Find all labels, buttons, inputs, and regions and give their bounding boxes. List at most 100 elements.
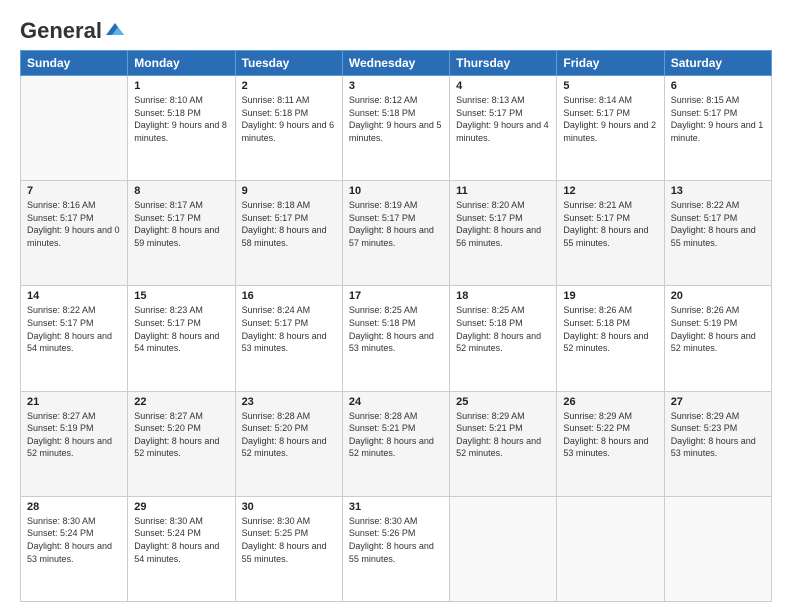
day-number: 16 — [242, 290, 336, 302]
day-number: 4 — [456, 80, 550, 92]
day-cell: 21 Sunrise: 8:27 AMSunset: 5:19 PMDayligh… — [21, 391, 128, 496]
day-info: Sunrise: 8:18 AMSunset: 5:17 PMDaylight:… — [242, 199, 336, 249]
weekday-header-friday: Friday — [557, 51, 664, 76]
day-cell: 12 Sunrise: 8:21 AMSunset: 5:17 PMDayligh… — [557, 181, 664, 286]
weekday-header-monday: Monday — [128, 51, 235, 76]
day-cell — [21, 76, 128, 181]
day-info: Sunrise: 8:25 AMSunset: 5:18 PMDaylight:… — [456, 304, 550, 354]
day-info: Sunrise: 8:19 AMSunset: 5:17 PMDaylight:… — [349, 199, 443, 249]
day-cell: 15 Sunrise: 8:23 AMSunset: 5:17 PMDayligh… — [128, 286, 235, 391]
day-number: 19 — [563, 290, 657, 302]
day-number: 18 — [456, 290, 550, 302]
day-cell: 14 Sunrise: 8:22 AMSunset: 5:17 PMDayligh… — [21, 286, 128, 391]
day-cell: 20Sunrise: 8:26 AMSunset: 5:19 PMDayligh… — [664, 286, 771, 391]
week-row-3: 21 Sunrise: 8:27 AMSunset: 5:19 PMDayligh… — [21, 391, 772, 496]
day-cell: 17 Sunrise: 8:25 AMSunset: 5:18 PMDayligh… — [342, 286, 449, 391]
day-number: 21 — [27, 396, 121, 408]
day-cell: 31 Sunrise: 8:30 AMSunset: 5:26 PMDayligh… — [342, 496, 449, 601]
day-info: Sunrise: 8:21 AMSunset: 5:17 PMDaylight:… — [563, 199, 657, 249]
day-number: 10 — [349, 185, 443, 197]
day-number: 15 — [134, 290, 228, 302]
day-cell: 4 Sunrise: 8:13 AMSunset: 5:17 PMDaylight… — [450, 76, 557, 181]
calendar-table: SundayMondayTuesdayWednesdayThursdayFrid… — [20, 50, 772, 602]
weekday-header-tuesday: Tuesday — [235, 51, 342, 76]
logo: General — [20, 18, 126, 40]
day-number: 28 — [27, 501, 121, 513]
day-info: Sunrise: 8:22 AMSunset: 5:17 PMDaylight:… — [671, 199, 765, 249]
day-number: 25 — [456, 396, 550, 408]
day-cell: 3 Sunrise: 8:12 AMSunset: 5:18 PMDaylight… — [342, 76, 449, 181]
weekday-header-row: SundayMondayTuesdayWednesdayThursdayFrid… — [21, 51, 772, 76]
day-cell: 7Sunrise: 8:16 AMSunset: 5:17 PMDaylight… — [21, 181, 128, 286]
day-info: Sunrise: 8:15 AMSunset: 5:17 PMDaylight:… — [671, 94, 765, 144]
day-number: 31 — [349, 501, 443, 513]
day-cell: 1 Sunrise: 8:10 AMSunset: 5:18 PMDaylight… — [128, 76, 235, 181]
day-cell: 6 Sunrise: 8:15 AMSunset: 5:17 PMDaylight… — [664, 76, 771, 181]
day-info: Sunrise: 8:13 AMSunset: 5:17 PMDaylight:… — [456, 94, 550, 144]
weekday-header-thursday: Thursday — [450, 51, 557, 76]
day-cell: 8 Sunrise: 8:17 AMSunset: 5:17 PMDaylight… — [128, 181, 235, 286]
day-info: Sunrise: 8:26 AMSunset: 5:19 PMDaylight:… — [671, 304, 765, 354]
day-cell: 2 Sunrise: 8:11 AMSunset: 5:18 PMDaylight… — [235, 76, 342, 181]
day-info: Sunrise: 8:16 AMSunset: 5:17 PMDaylight:… — [27, 199, 121, 249]
header: General — [20, 18, 772, 40]
day-number: 3 — [349, 80, 443, 92]
day-info: Sunrise: 8:27 AMSunset: 5:20 PMDaylight:… — [134, 410, 228, 460]
day-info: Sunrise: 8:25 AMSunset: 5:18 PMDaylight:… — [349, 304, 443, 354]
day-info: Sunrise: 8:24 AMSunset: 5:17 PMDaylight:… — [242, 304, 336, 354]
weekday-header-saturday: Saturday — [664, 51, 771, 76]
day-info: Sunrise: 8:26 AMSunset: 5:18 PMDaylight:… — [563, 304, 657, 354]
day-cell: 22Sunrise: 8:27 AMSunset: 5:20 PMDayligh… — [128, 391, 235, 496]
weekday-header-sunday: Sunday — [21, 51, 128, 76]
week-row-2: 14 Sunrise: 8:22 AMSunset: 5:17 PMDayligh… — [21, 286, 772, 391]
day-cell — [557, 496, 664, 601]
week-row-0: 1 Sunrise: 8:10 AMSunset: 5:18 PMDaylight… — [21, 76, 772, 181]
day-cell: 25 Sunrise: 8:29 AMSunset: 5:21 PMDayligh… — [450, 391, 557, 496]
day-number: 5 — [563, 80, 657, 92]
day-info: Sunrise: 8:29 AMSunset: 5:22 PMDaylight:… — [563, 410, 657, 460]
day-cell: 5 Sunrise: 8:14 AMSunset: 5:17 PMDaylight… — [557, 76, 664, 181]
day-cell — [664, 496, 771, 601]
day-info: Sunrise: 8:12 AMSunset: 5:18 PMDaylight:… — [349, 94, 443, 144]
day-number: 17 — [349, 290, 443, 302]
day-number: 1 — [134, 80, 228, 92]
day-info: Sunrise: 8:30 AMSunset: 5:24 PMDaylight:… — [27, 515, 121, 565]
day-number: 2 — [242, 80, 336, 92]
day-info: Sunrise: 8:22 AMSunset: 5:17 PMDaylight:… — [27, 304, 121, 354]
day-cell: 23Sunrise: 8:28 AMSunset: 5:20 PMDayligh… — [235, 391, 342, 496]
day-number: 9 — [242, 185, 336, 197]
day-info: Sunrise: 8:17 AMSunset: 5:17 PMDaylight:… — [134, 199, 228, 249]
day-info: Sunrise: 8:27 AMSunset: 5:19 PMDaylight:… — [27, 410, 121, 460]
page: General SundayMondayTuesdayWednesdayThur… — [0, 0, 792, 612]
day-cell: 26 Sunrise: 8:29 AMSunset: 5:22 PMDayligh… — [557, 391, 664, 496]
day-number: 8 — [134, 185, 228, 197]
day-cell: 29 Sunrise: 8:30 AMSunset: 5:24 PMDayligh… — [128, 496, 235, 601]
day-info: Sunrise: 8:20 AMSunset: 5:17 PMDaylight:… — [456, 199, 550, 249]
day-info: Sunrise: 8:30 AMSunset: 5:26 PMDaylight:… — [349, 515, 443, 565]
day-cell: 28 Sunrise: 8:30 AMSunset: 5:24 PMDayligh… — [21, 496, 128, 601]
day-cell — [450, 496, 557, 601]
day-info: Sunrise: 8:11 AMSunset: 5:18 PMDaylight:… — [242, 94, 336, 144]
week-row-4: 28 Sunrise: 8:30 AMSunset: 5:24 PMDayligh… — [21, 496, 772, 601]
day-cell: 24Sunrise: 8:28 AMSunset: 5:21 PMDayligh… — [342, 391, 449, 496]
day-info: Sunrise: 8:10 AMSunset: 5:18 PMDaylight:… — [134, 94, 228, 144]
day-cell: 11Sunrise: 8:20 AMSunset: 5:17 PMDayligh… — [450, 181, 557, 286]
day-number: 23 — [242, 396, 336, 408]
day-cell: 18 Sunrise: 8:25 AMSunset: 5:18 PMDayligh… — [450, 286, 557, 391]
day-number: 14 — [27, 290, 121, 302]
day-cell: 16 Sunrise: 8:24 AMSunset: 5:17 PMDayligh… — [235, 286, 342, 391]
day-info: Sunrise: 8:23 AMSunset: 5:17 PMDaylight:… — [134, 304, 228, 354]
week-row-1: 7Sunrise: 8:16 AMSunset: 5:17 PMDaylight… — [21, 181, 772, 286]
day-info: Sunrise: 8:29 AMSunset: 5:21 PMDaylight:… — [456, 410, 550, 460]
day-cell: 19 Sunrise: 8:26 AMSunset: 5:18 PMDayligh… — [557, 286, 664, 391]
day-number: 12 — [563, 185, 657, 197]
day-number: 26 — [563, 396, 657, 408]
day-info: Sunrise: 8:30 AMSunset: 5:24 PMDaylight:… — [134, 515, 228, 565]
day-info: Sunrise: 8:30 AMSunset: 5:25 PMDaylight:… — [242, 515, 336, 565]
day-number: 29 — [134, 501, 228, 513]
day-info: Sunrise: 8:28 AMSunset: 5:21 PMDaylight:… — [349, 410, 443, 460]
day-number: 6 — [671, 80, 765, 92]
day-cell: 13Sunrise: 8:22 AMSunset: 5:17 PMDayligh… — [664, 181, 771, 286]
day-info: Sunrise: 8:14 AMSunset: 5:17 PMDaylight:… — [563, 94, 657, 144]
logo-general: General — [20, 18, 102, 44]
